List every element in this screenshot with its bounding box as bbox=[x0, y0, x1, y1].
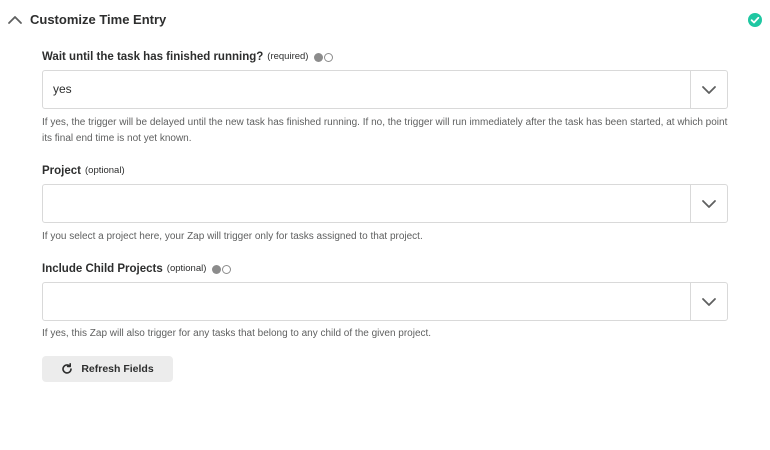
project-select[interactable] bbox=[42, 184, 728, 223]
chevron-down-icon[interactable] bbox=[701, 295, 717, 309]
toggle-dot-empty-icon bbox=[222, 264, 232, 274]
toggle-dot-filled-icon bbox=[314, 52, 324, 62]
chevron-down-icon[interactable] bbox=[701, 197, 717, 211]
section-header: Customize Time Entry bbox=[0, 0, 770, 40]
refresh-fields-label: Refresh Fields bbox=[81, 363, 154, 375]
field-wait-until-finished: Wait until the task has finished running… bbox=[42, 50, 728, 64]
chevron-down-icon[interactable] bbox=[701, 83, 717, 97]
toggle-dot-empty-icon bbox=[324, 52, 334, 62]
toggle-dot-filled-icon bbox=[212, 264, 222, 274]
field-label: Project bbox=[42, 165, 81, 177]
field-help-text: If yes, the trigger will be delayed unti… bbox=[42, 117, 728, 144]
field-info-toggle[interactable] bbox=[212, 264, 232, 274]
field-label: Wait until the task has finished running… bbox=[42, 51, 264, 63]
select-divider bbox=[690, 283, 691, 320]
field-label: Include Child Projects bbox=[42, 263, 163, 275]
refresh-icon bbox=[62, 363, 73, 374]
field-label-row: Include Child Projects (optional) bbox=[42, 262, 728, 276]
field-include-child-projects: Include Child Projects (optional) bbox=[42, 262, 728, 276]
field-info-toggle[interactable] bbox=[314, 52, 334, 62]
field-qualifier: (required) bbox=[267, 51, 309, 62]
check-circle-icon bbox=[748, 13, 762, 27]
section-title: Customize Time Entry bbox=[30, 12, 167, 27]
field-qualifier: (optional) bbox=[85, 165, 125, 176]
field-help-text: If yes, this Zap will also trigger for a… bbox=[42, 328, 432, 339]
field-project: Project (optional) bbox=[42, 164, 728, 178]
field-qualifier: (optional) bbox=[166, 263, 207, 274]
field-label-row: Wait until the task has finished running… bbox=[42, 50, 728, 64]
include-child-projects-select[interactable] bbox=[42, 282, 728, 321]
chevron-up-icon[interactable] bbox=[7, 12, 23, 28]
select-divider bbox=[690, 185, 691, 222]
refresh-fields-button[interactable]: Refresh Fields bbox=[42, 356, 173, 382]
field-label-row: Project (optional) bbox=[42, 164, 728, 178]
wait-until-finished-select[interactable]: yes bbox=[42, 70, 728, 109]
field-help-text: If you select a project here, your Zap w… bbox=[42, 231, 423, 242]
select-value: yes bbox=[53, 82, 72, 96]
select-divider bbox=[690, 71, 691, 108]
